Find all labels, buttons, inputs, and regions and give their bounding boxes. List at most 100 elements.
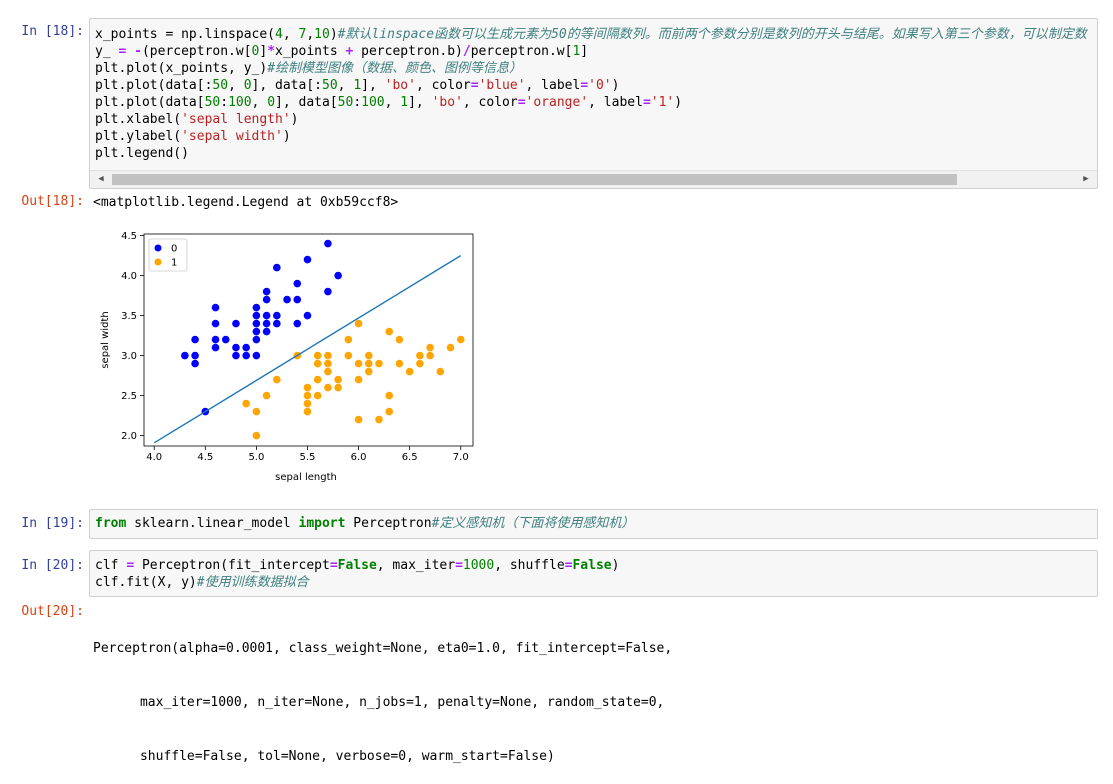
data-point-1 bbox=[344, 335, 353, 344]
data-point-1 bbox=[313, 359, 322, 368]
code-line: plt.xlabel('sepal length') bbox=[95, 112, 299, 127]
data-point-0 bbox=[191, 351, 199, 360]
data-point-1 bbox=[303, 383, 312, 392]
data-point-0 bbox=[252, 319, 261, 328]
code-line: plt.plot(data[:50, 0], data[:50, 1], 'bo… bbox=[95, 78, 620, 93]
data-point-1 bbox=[252, 407, 261, 416]
data-point-0 bbox=[273, 319, 281, 328]
data-point-1 bbox=[416, 351, 424, 360]
code-line: plt.ylabel('sepal width') bbox=[95, 129, 291, 144]
code-lines: clf = Perceptron(fit_intercept=False, ma… bbox=[90, 551, 1097, 591]
data-point-1 bbox=[313, 351, 322, 360]
data-point-0 bbox=[232, 319, 240, 328]
data-point-1 bbox=[405, 367, 414, 376]
data-point-0 bbox=[303, 255, 312, 264]
data-point-1 bbox=[313, 391, 322, 400]
data-point-1 bbox=[303, 399, 312, 408]
data-point-0 bbox=[324, 287, 332, 296]
perceptron-output: Perceptron(alpha=0.0001, class_weight=No… bbox=[93, 604, 672, 784]
data-point-0 bbox=[252, 351, 261, 360]
data-point-1 bbox=[436, 367, 445, 376]
y-tick-label: 3.5 bbox=[121, 311, 137, 322]
data-point-1 bbox=[364, 367, 373, 376]
data-point-0 bbox=[283, 295, 291, 304]
data-point-0 bbox=[252, 311, 261, 320]
data-point-0 bbox=[334, 271, 342, 280]
data-point-0 bbox=[273, 311, 281, 320]
data-point-1 bbox=[354, 319, 363, 328]
scroll-left-arrow-icon[interactable]: ◀ bbox=[93, 171, 109, 188]
data-point-0 bbox=[262, 327, 271, 336]
x-tick-label: 7.0 bbox=[453, 452, 469, 463]
y-tick-label: 4.5 bbox=[121, 231, 137, 242]
data-point-1 bbox=[262, 391, 271, 400]
data-point-0 bbox=[293, 279, 302, 288]
code-cell-20[interactable]: clf = Perceptron(fit_intercept=False, ma… bbox=[89, 550, 1098, 597]
output-line: shuffle=False, tol=None, verbose=0, warm… bbox=[93, 749, 555, 764]
data-point-1 bbox=[273, 375, 281, 384]
x-tick-label: 4.0 bbox=[146, 452, 162, 463]
data-point-0 bbox=[252, 327, 261, 336]
x-tick-label: 4.5 bbox=[197, 452, 213, 463]
data-point-0 bbox=[191, 359, 199, 368]
data-point-0 bbox=[293, 319, 302, 328]
code-cell-18[interactable]: x_points = np.linspace(4, 7,10)#默认linspa… bbox=[89, 18, 1098, 189]
data-point-1 bbox=[324, 383, 332, 392]
legend-output-text: <matplotlib.legend.Legend at 0xb59ccf8> bbox=[93, 195, 399, 210]
data-point-0 bbox=[211, 335, 220, 344]
out-prompt-18: Out[18]: bbox=[21, 194, 84, 209]
horizontal-scrollbar[interactable]: ◀ ▶ bbox=[90, 170, 1097, 188]
code-line: clf.fit(X, y)#使用训练数据拟合 bbox=[95, 575, 309, 590]
data-point-1 bbox=[303, 391, 312, 400]
y-tick-label: 4.0 bbox=[121, 271, 137, 282]
in-prompt-18: In [18]: bbox=[21, 24, 84, 39]
data-point-0 bbox=[211, 303, 220, 312]
x-tick-label: 5.5 bbox=[300, 452, 316, 463]
x-axis-label: sepal length bbox=[275, 472, 337, 483]
data-point-0 bbox=[262, 311, 271, 320]
legend-box bbox=[148, 238, 188, 272]
code-line: clf = Perceptron(fit_intercept=False, ma… bbox=[95, 558, 620, 573]
data-point-0 bbox=[232, 343, 240, 352]
data-point-1 bbox=[426, 343, 434, 352]
scatter-chart: 4.0 4.5 5.0 5.5 6.0 6.5 7.02.02.53.03.54.04.5 … bbox=[100, 231, 474, 483]
data-point-1 bbox=[324, 351, 332, 360]
data-point-1 bbox=[252, 431, 261, 440]
data-point-1 bbox=[344, 351, 353, 360]
data-point-0 bbox=[181, 351, 189, 360]
code-lines: from sklearn.linear_model import Percept… bbox=[90, 510, 1097, 532]
data-point-1 bbox=[426, 351, 434, 360]
data-point-1 bbox=[313, 375, 322, 384]
data-point-1 bbox=[303, 407, 312, 416]
code-line: plt.legend() bbox=[95, 146, 189, 161]
in-prompt-20: In [20]: bbox=[21, 558, 84, 573]
data-point-0 bbox=[293, 295, 302, 304]
data-point-0 bbox=[252, 303, 261, 312]
data-point-1 bbox=[354, 359, 363, 368]
data-point-1 bbox=[375, 415, 383, 424]
in-prompt-19: In [19]: bbox=[21, 516, 84, 531]
out-prompt-20: Out[20]: bbox=[21, 604, 84, 619]
scroll-right-arrow-icon[interactable]: ▶ bbox=[1078, 171, 1094, 188]
legend-label-0: 0 bbox=[171, 244, 177, 255]
data-point-0 bbox=[211, 319, 220, 328]
scrollbar-thumb[interactable] bbox=[112, 174, 957, 185]
data-point-1 bbox=[456, 335, 465, 344]
legend-marker-0 bbox=[154, 244, 162, 252]
x-tick-label: 6.5 bbox=[402, 452, 418, 463]
y-tick-label: 2.0 bbox=[121, 431, 137, 442]
data-point-0 bbox=[252, 335, 261, 344]
y-tick-label: 3.0 bbox=[121, 351, 137, 362]
data-point-0 bbox=[242, 351, 250, 360]
code-line: x_points = np.linspace(4, 7,10)#默认linspa… bbox=[95, 27, 1087, 42]
data-point-1 bbox=[334, 383, 342, 392]
x-tick-label: 6.0 bbox=[351, 452, 367, 463]
data-point-0 bbox=[262, 295, 271, 304]
data-point-0 bbox=[262, 287, 271, 296]
data-point-0 bbox=[232, 351, 240, 360]
data-point-1 bbox=[242, 399, 250, 408]
data-point-1 bbox=[364, 351, 373, 360]
code-cell-19[interactable]: from sklearn.linear_model import Percept… bbox=[89, 509, 1098, 539]
data-point-1 bbox=[385, 407, 394, 416]
data-point-0 bbox=[221, 335, 230, 344]
